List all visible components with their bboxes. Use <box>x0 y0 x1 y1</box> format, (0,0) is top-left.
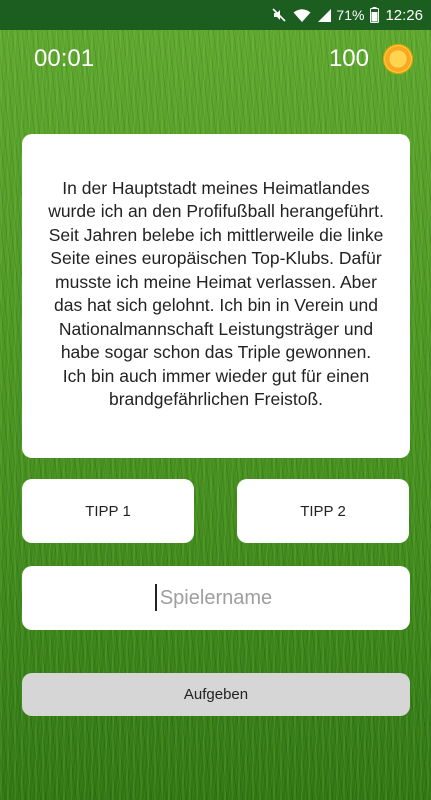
clue-line: Seite eines europäischen Top-Klubs. Dafü… <box>50 248 382 268</box>
clue-line: Seit Jahren belebe ich mittlerweile die … <box>48 224 384 245</box>
clue-line: das hat sich gelohnt. Ich bin in Verein … <box>54 295 378 315</box>
signal-icon <box>317 8 332 23</box>
clue-line: wurde ich an den Profifußball herangefüh… <box>48 201 384 221</box>
clue-card: In der Hauptstadt meines Heimatlandes wu… <box>22 134 410 458</box>
clue-text: In der Hauptstadt meines Heimatlandes wu… <box>48 177 384 412</box>
clue-line: Ich bin auch immer wieder gut für einen <box>62 365 370 386</box>
clue-line: In der Hauptstadt meines Heimatlandes <box>62 177 370 198</box>
clue-line: brandgefährlichen Freistoß. <box>109 389 323 409</box>
status-bar: 71% 12:26 <box>0 0 431 30</box>
coin-icon <box>383 44 413 74</box>
status-time: 12:26 <box>385 6 423 24</box>
clue-line: Nationalmannschaft Leistungsträger und <box>58 318 374 339</box>
give-up-button[interactable]: Aufgeben <box>22 673 410 716</box>
tip-2-button[interactable]: TIPP 2 <box>237 479 409 543</box>
wifi-icon <box>293 8 311 23</box>
coin-score: 100 <box>328 45 369 72</box>
mute-icon <box>271 7 287 23</box>
battery-percent: 71% <box>336 7 365 23</box>
tip-1-button[interactable]: TIPP 1 <box>22 479 194 543</box>
clue-line: habe sogar schon das Triple gewonnen. <box>60 342 372 362</box>
player-name-input[interactable] <box>22 566 410 630</box>
battery-icon <box>370 7 380 23</box>
clue-line: musste ich meine Heimat verlassen. Aber <box>55 271 377 292</box>
game-timer: 00:01 <box>34 45 95 72</box>
text-cursor <box>155 584 157 611</box>
